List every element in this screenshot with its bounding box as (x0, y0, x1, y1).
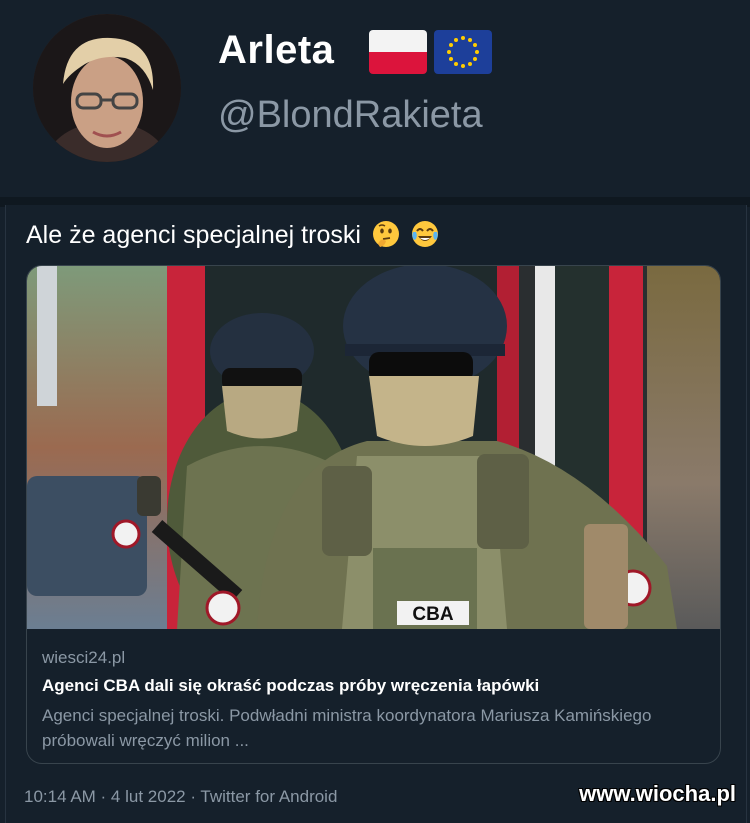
card-image-label: CBA (412, 604, 453, 625)
thinking-face-icon (372, 221, 399, 247)
card-domain[interactable]: wiesci24.pl (42, 648, 125, 668)
avatar[interactable] (33, 14, 181, 162)
link-card[interactable]: CBA wiesci24.pl Agenci CBA dali się okra… (26, 265, 721, 764)
tweet-text: Ale że agenci specjalnej troski (26, 220, 439, 250)
poland-flag-icon (369, 30, 427, 74)
user-handle[interactable]: @BlondRakieta (218, 94, 483, 137)
tweet-timestamp[interactable]: 10:14 AM · 4 lut 2022 · Twitter for Andr… (24, 787, 337, 807)
card-title[interactable]: Agenci CBA dali się okraść podczas próby… (42, 676, 539, 696)
tweet-text-content: Ale że agenci specjalnej troski (26, 221, 361, 249)
avatar-portrait (33, 14, 181, 162)
display-name[interactable]: Arleta (218, 28, 334, 73)
tears-of-joy-icon (411, 221, 438, 247)
eu-flag-icon (434, 30, 492, 74)
card-description[interactable]: Agenci specjalnej troski. Podwładni mini… (42, 703, 720, 753)
site-watermark: www.wiocha.pl (579, 781, 736, 806)
tweet: Ale że agenci specjalnej troski CBA wies… (5, 205, 747, 823)
profile-header: Arleta @BlondRakieta (0, 0, 750, 200)
card-image[interactable]: CBA (27, 266, 720, 629)
